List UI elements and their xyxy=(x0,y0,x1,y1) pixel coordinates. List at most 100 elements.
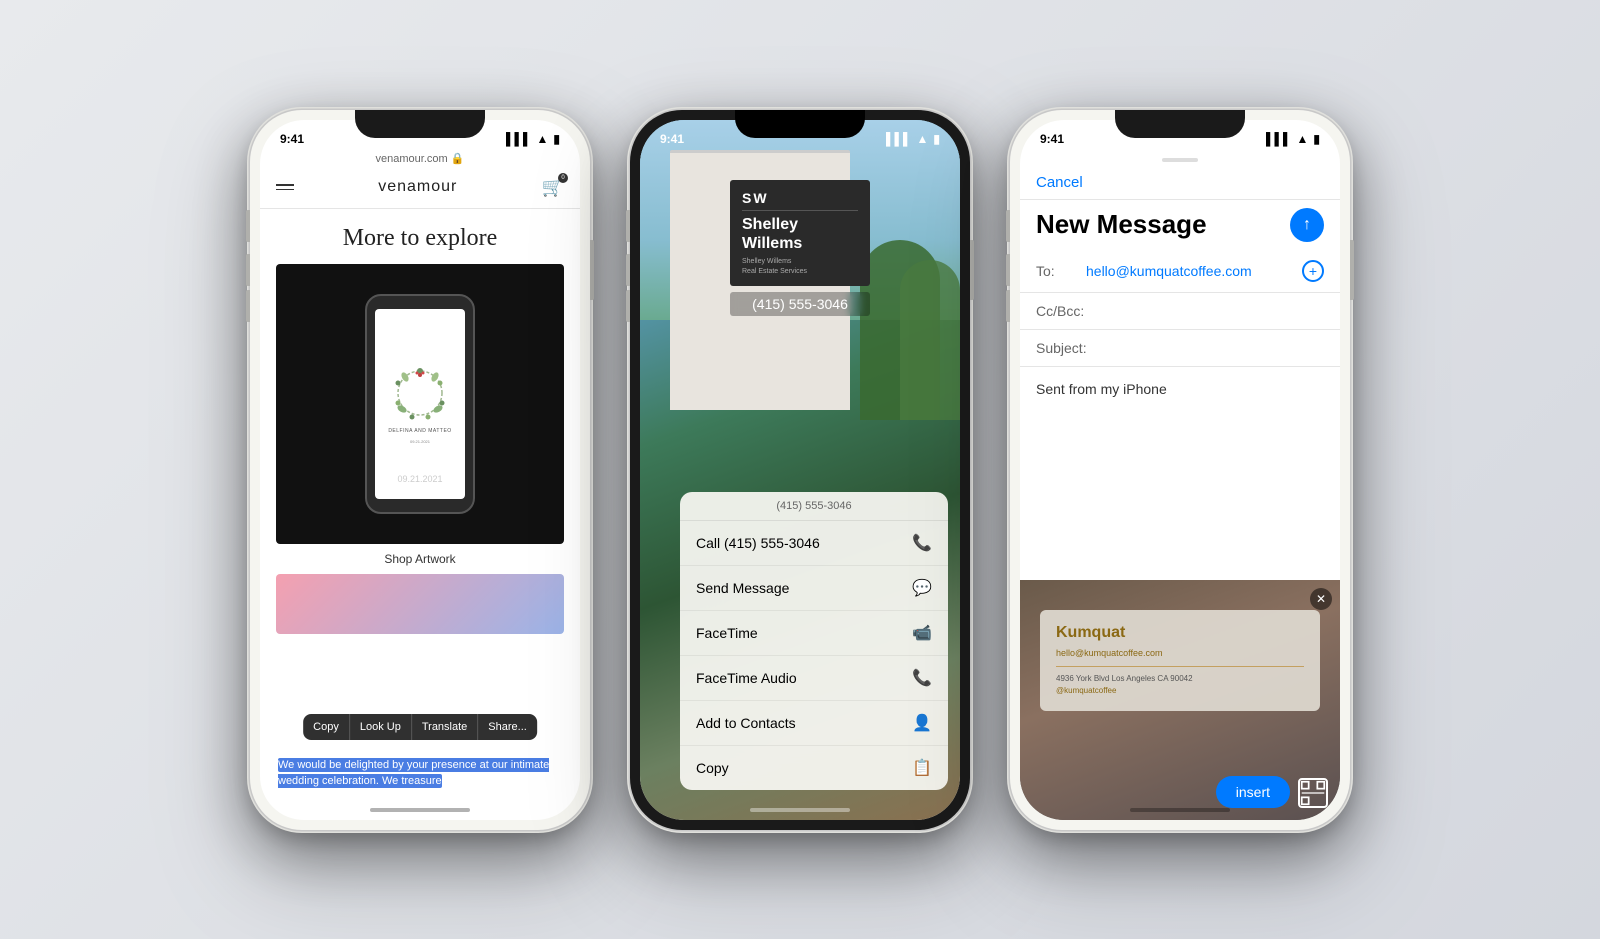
site-logo: venamour xyxy=(378,178,457,196)
screen-3: 9:41 ▌▌▌▲▮ Cancel New Message ↑ To: hell… xyxy=(1020,120,1340,820)
action-facetime-label: FaceTime xyxy=(696,625,758,641)
sign-last-name: Willems xyxy=(742,235,802,252)
subject-field[interactable]: Subject: xyxy=(1020,330,1340,367)
status-icons-1: ▌▌▌ ▲ ▮ xyxy=(506,132,560,146)
artwork-date: 09.21.2021 xyxy=(276,474,564,484)
add-contact-icon: 👤 xyxy=(912,713,932,733)
sign-subtitle: Shelley Willems Real Estate Services xyxy=(742,257,858,277)
artwork-card: DELFINA AND MATTEO 09.21.2021 09.21.2021 xyxy=(276,264,564,544)
home-indicator-1 xyxy=(370,808,470,812)
notch-3 xyxy=(1115,110,1245,138)
share-btn[interactable]: Share... xyxy=(478,714,537,740)
shop-label: Shop Artwork xyxy=(260,544,580,574)
time-3: 9:41 xyxy=(1040,132,1064,146)
home-indicator-2 xyxy=(750,808,850,812)
cc-label: Cc/Bcc: xyxy=(1036,303,1086,319)
action-facetime-audio[interactable]: FaceTime Audio 📞 xyxy=(680,656,948,701)
action-facetime[interactable]: FaceTime 📹 xyxy=(680,611,948,656)
home-indicator-3 xyxy=(1130,808,1230,812)
add-contact-button[interactable]: + xyxy=(1302,260,1324,282)
sign-sw: SW xyxy=(742,190,858,211)
floral-wreath-icon xyxy=(390,363,450,423)
email-header: Cancel xyxy=(1020,170,1340,200)
action-add-contacts-label: Add to Contacts xyxy=(696,715,796,731)
screen-2: 9:41 ▌▌▌▲▮ SW Shelley Willems Shelley Wi… xyxy=(640,120,960,820)
copy-btn[interactable]: Copy xyxy=(303,714,350,740)
phone-2: 9:41 ▌▌▌▲▮ SW Shelley Willems Shelley Wi… xyxy=(630,110,970,830)
action-copy-label: Copy xyxy=(696,760,729,776)
url-text: venamour.com xyxy=(376,153,448,165)
cart-badge: 0 xyxy=(558,173,568,183)
insert-button[interactable]: insert xyxy=(1216,776,1290,808)
business-card: Kumquat hello@kumquatcoffee.com 4936 Yor… xyxy=(1040,610,1320,711)
send-icon: ↑ xyxy=(1303,216,1311,234)
menu-icon[interactable] xyxy=(276,184,294,190)
action-call-label: Call (415) 555-3046 xyxy=(696,535,820,551)
bottom-banner xyxy=(276,574,564,634)
facetime-video-icon: 📹 xyxy=(912,623,932,643)
translate-btn[interactable]: Translate xyxy=(412,714,478,740)
subject-label: Subject: xyxy=(1036,340,1087,356)
selected-text-area: We would be delighted by your presence a… xyxy=(278,757,562,790)
sign-name: Shelley Willems xyxy=(742,215,858,253)
action-message-label: Send Message xyxy=(696,580,789,596)
address-bar[interactable]: venamour.com 🔒 xyxy=(260,150,580,171)
to-field[interactable]: To: hello@kumquatcoffee.com + xyxy=(1020,250,1340,293)
context-toolbar: Copy Look Up Translate Share... xyxy=(303,714,537,740)
facetime-audio-icon: 📞 xyxy=(912,668,932,688)
phone-number-display: (415) 555-3046 xyxy=(730,292,870,316)
screen-1: 9:41 ▌▌▌ ▲ ▮ venamour.com 🔒 venamour 🛒 0… xyxy=(260,120,580,820)
action-copy[interactable]: Copy 📋 xyxy=(680,746,948,790)
card-camera-view: ✕ Kumquat hello@kumquatcoffee.com 4936 Y… xyxy=(1020,580,1340,820)
biz-handle: @kumquatcoffee xyxy=(1056,685,1304,697)
action-add-contacts[interactable]: Add to Contacts 👤 xyxy=(680,701,948,746)
action-message[interactable]: Send Message 💬 xyxy=(680,566,948,611)
cart-icon[interactable]: 🛒 0 xyxy=(542,177,564,198)
wifi-icon: ▲ xyxy=(537,132,549,146)
wedding-card: DELFINA AND MATTEO 09.21.2021 xyxy=(375,309,465,499)
signal-icon: ▌▌▌ xyxy=(506,132,532,146)
sign-first-name: Shelley xyxy=(742,216,798,233)
send-button[interactable]: ↑ xyxy=(1290,208,1324,242)
time-2: 9:41 xyxy=(660,132,684,146)
close-icon: ✕ xyxy=(1316,592,1326,606)
message-icon: 💬 xyxy=(912,578,932,598)
sign-board: SW Shelley Willems Shelley Willems Real … xyxy=(730,180,870,287)
email-title: New Message xyxy=(1036,209,1207,240)
status-icons-2: ▌▌▌▲▮ xyxy=(886,132,940,146)
notch-1 xyxy=(355,110,485,138)
phone-3: 9:41 ▌▌▌▲▮ Cancel New Message ↑ To: hell… xyxy=(1010,110,1350,830)
cc-field[interactable]: Cc/Bcc: xyxy=(1020,293,1340,330)
biz-address: 4936 York Blvd Los Angeles CA 90042 @kum… xyxy=(1056,673,1304,697)
phone-call-icon: 📞 xyxy=(912,533,932,553)
building-sign: SW Shelley Willems Shelley Willems Real … xyxy=(730,180,870,317)
nav-bar-1: venamour 🛒 0 xyxy=(260,171,580,209)
wedding-date: 09.21.2021 xyxy=(410,439,430,444)
to-value: hello@kumquatcoffee.com xyxy=(1086,263,1302,279)
wedding-text: DELFINA AND MATTEO xyxy=(388,427,451,435)
action-facetime-audio-label: FaceTime Audio xyxy=(696,670,797,686)
action-call[interactable]: Call (415) 555-3046 📞 xyxy=(680,521,948,566)
action-sheet: (415) 555-3046 Call (415) 555-3046 📞 Sen… xyxy=(680,492,948,790)
biz-brand: Kumquat xyxy=(1056,624,1304,642)
artwork-inner: DELFINA AND MATTEO 09.21.2021 09.21.2021 xyxy=(276,264,564,544)
status-icons-3: ▌▌▌▲▮ xyxy=(1266,132,1320,146)
lookup-btn[interactable]: Look Up xyxy=(350,714,412,740)
notch-2 xyxy=(735,110,865,138)
phone-1: 9:41 ▌▌▌ ▲ ▮ venamour.com 🔒 venamour 🛒 0… xyxy=(250,110,590,830)
battery-icon: ▮ xyxy=(553,132,560,146)
copy-icon: 📋 xyxy=(912,758,932,778)
action-header: (415) 555-3046 xyxy=(680,492,948,521)
email-body[interactable]: Sent from my iPhone xyxy=(1020,367,1340,447)
sign-sub1: Shelley Willems xyxy=(742,258,791,265)
time-1: 9:41 xyxy=(280,132,304,146)
biz-email: hello@kumquatcoffee.com xyxy=(1056,646,1304,660)
wedding-name: DELFINA AND MATTEO xyxy=(388,427,451,435)
close-camera-button[interactable]: ✕ xyxy=(1310,588,1332,610)
cancel-button[interactable]: Cancel xyxy=(1036,174,1083,191)
body-text: Sent from my iPhone xyxy=(1036,381,1167,397)
sign-sub2: Real Estate Services xyxy=(742,268,807,275)
scan-icon xyxy=(1298,778,1328,808)
drag-handle xyxy=(1162,158,1198,162)
to-label: To: xyxy=(1036,263,1086,279)
